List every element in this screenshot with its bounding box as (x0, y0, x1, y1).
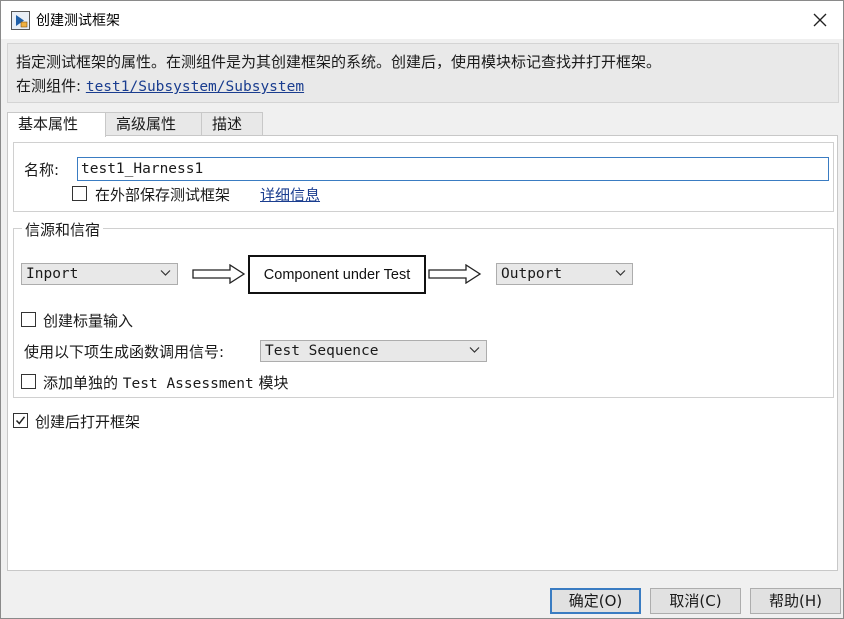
sources-sinks-title: 信源和信宿 (22, 219, 104, 240)
window-title: 创建测试框架 (36, 13, 120, 29)
save-external-label: 在外部保存测试框架 (95, 186, 231, 204)
chevron-down-icon (160, 270, 171, 276)
checkmark-icon (15, 416, 26, 425)
function-call-label: 使用以下项生成函数调用信号: (24, 343, 225, 361)
harness-name-input[interactable]: test1_Harness1 (77, 157, 829, 181)
open-after-create-checkbox[interactable] (13, 413, 28, 428)
details-link[interactable]: 详细信息 (260, 184, 320, 205)
description-text: 指定测试框架的属性。在测组件是为其创建框架的系统。创建后，使用模块标记查找并打开… (16, 53, 662, 71)
help-button[interactable]: 帮助(H) (750, 588, 841, 614)
scalar-input-checkbox[interactable] (21, 312, 36, 327)
component-under-test-row: 在测组件: test1/Subsystem/Subsystem (16, 74, 830, 99)
arrow-right-icon (192, 264, 246, 284)
function-call-select[interactable]: Test Sequence (260, 340, 487, 362)
sink-select-value: Outport (501, 266, 563, 282)
tab-description[interactable]: 描述 (201, 112, 263, 136)
test-assessment-label-prefix: 添加单独的 (43, 374, 119, 392)
save-external-checkbox[interactable] (72, 186, 87, 201)
source-select[interactable]: Inport (21, 263, 178, 285)
component-under-test-box: Component under Test (248, 255, 426, 294)
info-banner: 指定测试框架的属性。在测组件是为其创建框架的系统。创建后，使用模块标记查找并打开… (7, 43, 839, 103)
source-select-value: Inport (26, 266, 79, 282)
tab-advanced[interactable]: 高级属性 (105, 112, 202, 136)
chevron-down-icon (469, 347, 480, 353)
test-assessment-label: 添加单独的 Test Assessment 模块 (43, 372, 289, 393)
ok-button[interactable]: 确定(O) (550, 588, 641, 614)
component-path-link[interactable]: test1/Subsystem/Subsystem (86, 79, 304, 95)
test-assessment-label-suffix: 模块 (258, 374, 289, 392)
sources-sinks-group: 信源和信宿 Inport Component under Test Outpor… (13, 219, 834, 398)
dialog-window: 创建测试框架 指定测试框架的属性。在测组件是为其创建框架的系统。创建后，使用模块… (0, 0, 844, 619)
tab-panel-basic: 名称: test1_Harness1 在外部保存测试框架 详细信息 信源和信宿 … (7, 135, 838, 571)
chevron-down-icon (615, 270, 626, 276)
open-after-create-label: 创建后打开框架 (35, 413, 141, 431)
name-group: 名称: test1_Harness1 在外部保存测试框架 详细信息 (13, 142, 834, 212)
sink-select[interactable]: Outport (496, 263, 633, 285)
name-label: 名称: (24, 161, 60, 179)
close-icon (813, 13, 827, 27)
arrow-right-icon (428, 264, 482, 284)
test-assessment-checkbox[interactable] (21, 374, 36, 389)
title-bar: 创建测试框架 (1, 1, 843, 39)
simulink-harness-icon (11, 11, 30, 30)
tab-basic[interactable]: 基本属性 (7, 112, 106, 137)
component-label: 在测组件: (16, 77, 82, 95)
close-button[interactable] (797, 1, 843, 39)
cancel-button[interactable]: 取消(C) (650, 588, 741, 614)
test-assessment-label-block: Test Assessment (122, 376, 254, 392)
function-call-select-value: Test Sequence (265, 343, 379, 359)
scalar-input-label: 创建标量输入 (43, 312, 134, 330)
